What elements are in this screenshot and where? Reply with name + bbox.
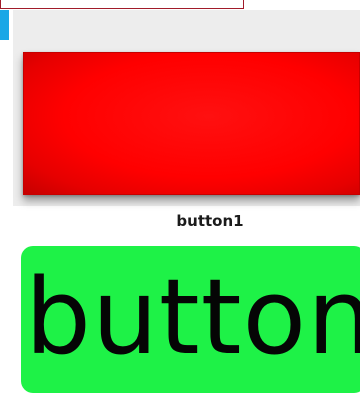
red-button-caption: button1 [176,212,244,230]
green-button[interactable]: button1 [21,246,360,393]
top-text-field[interactable] [0,0,244,9]
green-button-label: button1 [25,256,360,378]
selection-marker [0,10,9,40]
red-button[interactable] [23,52,360,195]
